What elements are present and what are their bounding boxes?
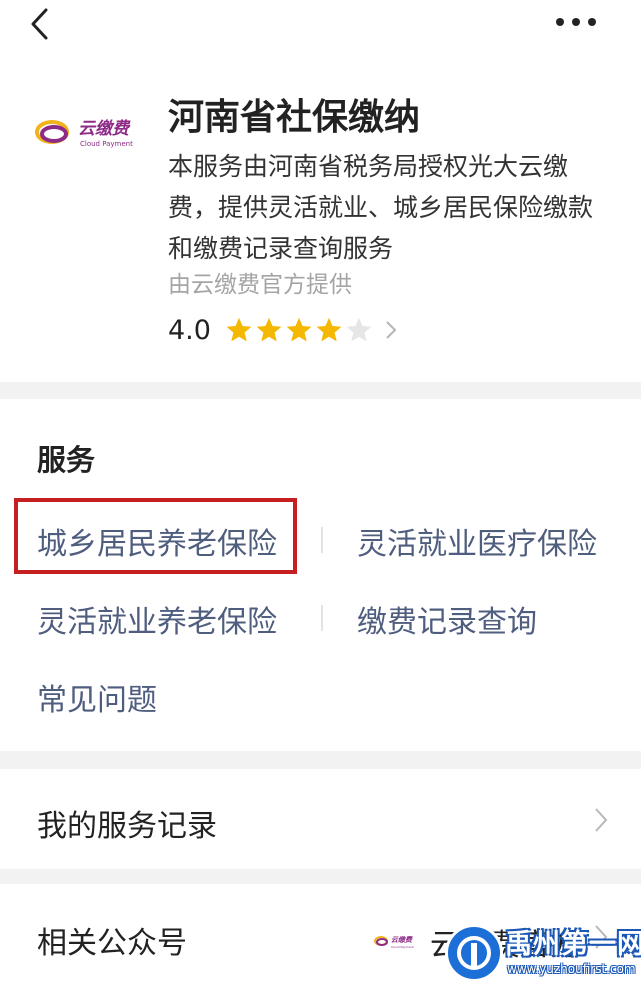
mini-logo-text: 云缴费 bbox=[391, 935, 413, 944]
divider bbox=[321, 527, 323, 553]
star-empty-icon bbox=[346, 317, 372, 342]
service-link-payment-records[interactable]: 缴费记录查询 bbox=[357, 597, 537, 641]
provider-label: 由云缴费官方提供 bbox=[168, 272, 352, 298]
my-service-records-row[interactable]: 我的服务记录 bbox=[0, 769, 641, 869]
watermark-url: www.yuzhoufirst.com bbox=[507, 962, 636, 976]
service-link-flexible-medical[interactable]: 灵活就业医疗保险 bbox=[357, 519, 597, 563]
related-account-label: 相关公众号 bbox=[37, 926, 187, 961]
watermark-emblem-icon bbox=[457, 936, 491, 970]
services-title: 服务 bbox=[37, 443, 96, 477]
service-header: 云缴费 Cloud Payment 河南省社保缴纳 本服务由河南省税务局授权光大… bbox=[0, 48, 641, 382]
star-filled-icon bbox=[226, 317, 252, 342]
watermark-logo bbox=[445, 924, 503, 982]
services-section: 服务 城乡居民养老保险 灵活就业医疗保险 灵活就业养老保险 缴费记录查询 常见问… bbox=[0, 399, 641, 751]
star-filled-icon bbox=[316, 317, 342, 342]
site-watermark: 禹州第一网 www.yuzhoufirst.com bbox=[445, 920, 641, 988]
service-description: 本服务由河南省税务局授权光大云缴费，提供灵活就业、城乡居民保险缴款和缴费记录查询… bbox=[168, 152, 594, 263]
watermark-title: 禹州第一网 bbox=[505, 929, 641, 960]
logo-text: 云缴费 bbox=[78, 119, 131, 139]
mini-logo-subtext: Cloud Payment bbox=[391, 945, 414, 949]
back-arrow-icon[interactable] bbox=[26, 6, 56, 42]
star-filled-icon bbox=[256, 317, 282, 342]
chevron-right-icon bbox=[595, 808, 608, 832]
cloud-payment-logo: 云缴费 Cloud Payment bbox=[35, 119, 133, 148]
service-link-flexible-pension[interactable]: 灵活就业养老保险 bbox=[37, 597, 277, 641]
rating-row[interactable]: 4.0 bbox=[168, 312, 397, 348]
chevron-right-icon bbox=[386, 321, 397, 339]
service-link-urban-rural-pension[interactable]: 城乡居民养老保险 bbox=[37, 519, 277, 563]
cloud-payment-mini-logo: 云缴费 Cloud Payment bbox=[374, 935, 414, 949]
star-filled-icon bbox=[286, 317, 312, 342]
service-link-faq[interactable]: 常见问题 bbox=[37, 675, 157, 719]
top-bar bbox=[0, 0, 641, 48]
rating-stars bbox=[225, 316, 375, 344]
more-options-icon[interactable] bbox=[552, 12, 600, 32]
rating-value: 4.0 bbox=[168, 314, 211, 346]
page-title: 河南省社保缴纳 bbox=[168, 97, 421, 138]
divider bbox=[321, 605, 323, 631]
my-service-records-label: 我的服务记录 bbox=[37, 809, 217, 844]
logo-subtext: Cloud Payment bbox=[80, 140, 133, 148]
